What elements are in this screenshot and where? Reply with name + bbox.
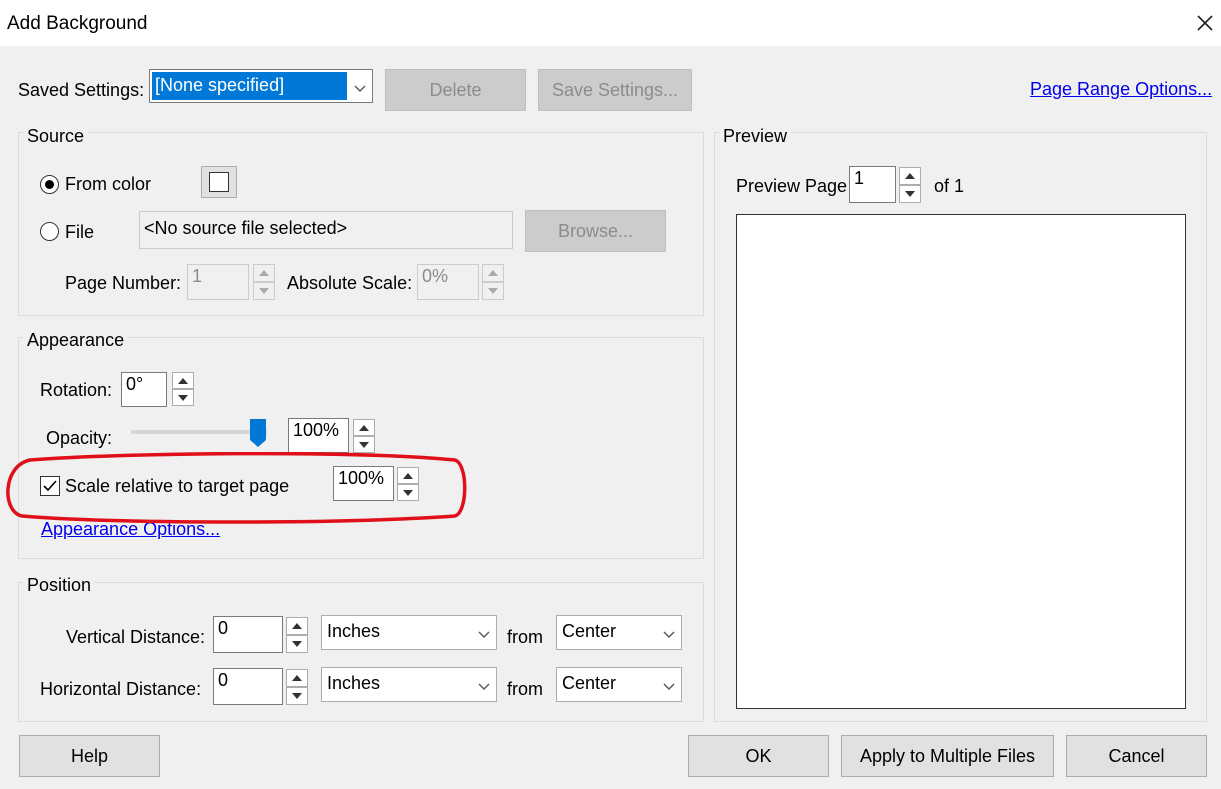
preview-title: Preview <box>719 126 792 147</box>
rotation-stepper[interactable] <box>172 372 194 406</box>
arrow-up-icon[interactable] <box>253 264 275 282</box>
horizontal-distance-label: Horizontal Distance: <box>40 679 202 699</box>
page-number-input[interactable]: 1 <box>187 264 249 300</box>
close-icon[interactable] <box>1190 8 1220 38</box>
apply-multiple-files-button[interactable]: Apply to Multiple Files <box>841 735 1054 777</box>
page-number-stepper[interactable] <box>253 264 275 300</box>
preview-of-label: of 1 <box>934 176 965 196</box>
horizontal-distance-stepper[interactable] <box>286 669 308 705</box>
rotation-label: Rotation: <box>40 380 113 400</box>
vertical-distance-label: Vertical Distance: <box>66 627 206 647</box>
arrow-up-icon[interactable] <box>353 419 375 436</box>
opacity-slider-track[interactable] <box>131 430 267 434</box>
title-bar: Add Background <box>0 0 1221 46</box>
vertical-from-label: from <box>507 627 543 647</box>
page-number-label: Page Number: <box>65 273 182 293</box>
opacity-stepper[interactable] <box>353 419 375 453</box>
preview-canvas <box>736 214 1186 709</box>
page-range-options-link[interactable]: Page Range Options... <box>1030 79 1212 100</box>
preview-page-stepper[interactable] <box>899 167 921 203</box>
saved-settings-label: Saved Settings: <box>18 80 145 100</box>
vertical-distance-stepper[interactable] <box>286 617 308 653</box>
opacity-slider-thumb[interactable] <box>250 419 266 447</box>
vertical-from-select[interactable]: Center <box>556 615 682 650</box>
saved-settings-select[interactable]: [None specified] <box>149 69 373 103</box>
horizontal-unit-select[interactable]: Inches <box>321 667 497 702</box>
arrow-down-icon[interactable] <box>253 282 275 300</box>
chevron-down-icon <box>478 624 490 645</box>
arrow-up-icon[interactable] <box>286 617 308 635</box>
horizontal-from-value: Center <box>562 673 617 693</box>
arrow-up-icon[interactable] <box>482 264 504 282</box>
position-title: Position <box>23 575 96 596</box>
browse-button[interactable]: Browse... <box>525 210 666 252</box>
arrow-up-icon[interactable] <box>172 372 194 389</box>
horizontal-distance-input[interactable]: 0 <box>213 668 283 705</box>
preview-page-input[interactable]: 1 <box>849 166 896 203</box>
horizontal-from-select[interactable]: Center <box>556 667 682 702</box>
ok-button[interactable]: OK <box>688 735 829 777</box>
source-title: Source <box>23 126 89 147</box>
vertical-from-value: Center <box>562 621 617 641</box>
delete-button[interactable]: Delete <box>385 69 526 111</box>
vertical-unit-select[interactable]: Inches <box>321 615 497 650</box>
source-file-field: <No source file selected> <box>139 211 513 249</box>
from-color-radio[interactable] <box>40 175 59 194</box>
chevron-down-icon <box>663 676 675 697</box>
arrow-down-icon[interactable] <box>286 635 308 653</box>
file-radio[interactable] <box>40 222 59 241</box>
from-color-label: From color <box>65 174 152 194</box>
chevron-down-icon <box>663 624 675 645</box>
save-settings-button[interactable]: Save Settings... <box>538 69 692 111</box>
arrow-up-icon[interactable] <box>286 669 308 687</box>
arrow-down-icon[interactable] <box>172 389 194 406</box>
file-label: File <box>65 222 95 242</box>
absolute-scale-input[interactable]: 0% <box>417 264 479 300</box>
color-swatch <box>209 172 229 192</box>
horizontal-from-label: from <box>507 679 543 699</box>
rotation-input[interactable]: 0° <box>121 372 167 407</box>
arrow-down-icon[interactable] <box>482 282 504 300</box>
chevron-down-icon <box>478 676 490 697</box>
vertical-distance-input[interactable]: 0 <box>213 616 283 653</box>
absolute-scale-label: Absolute Scale: <box>287 273 413 293</box>
chevron-down-icon <box>354 78 366 99</box>
preview-page-label: Preview Page <box>736 176 848 196</box>
arrow-up-icon[interactable] <box>899 167 921 185</box>
cancel-button[interactable]: Cancel <box>1066 735 1207 777</box>
absolute-scale-stepper[interactable] <box>482 264 504 300</box>
horizontal-unit-value: Inches <box>327 673 381 693</box>
appearance-title: Appearance <box>23 330 129 351</box>
vertical-unit-value: Inches <box>327 621 381 641</box>
highlight-annotation <box>6 452 467 524</box>
arrow-down-icon[interactable] <box>353 436 375 453</box>
saved-settings-value: [None specified] <box>155 75 285 95</box>
dialog-title: Add Background <box>7 13 148 34</box>
opacity-label: Opacity: <box>46 428 113 448</box>
color-picker-button[interactable] <box>201 166 237 198</box>
opacity-input[interactable]: 100% <box>288 418 349 453</box>
help-button[interactable]: Help <box>19 735 160 777</box>
arrow-down-icon[interactable] <box>286 687 308 705</box>
arrow-down-icon[interactable] <box>899 185 921 203</box>
